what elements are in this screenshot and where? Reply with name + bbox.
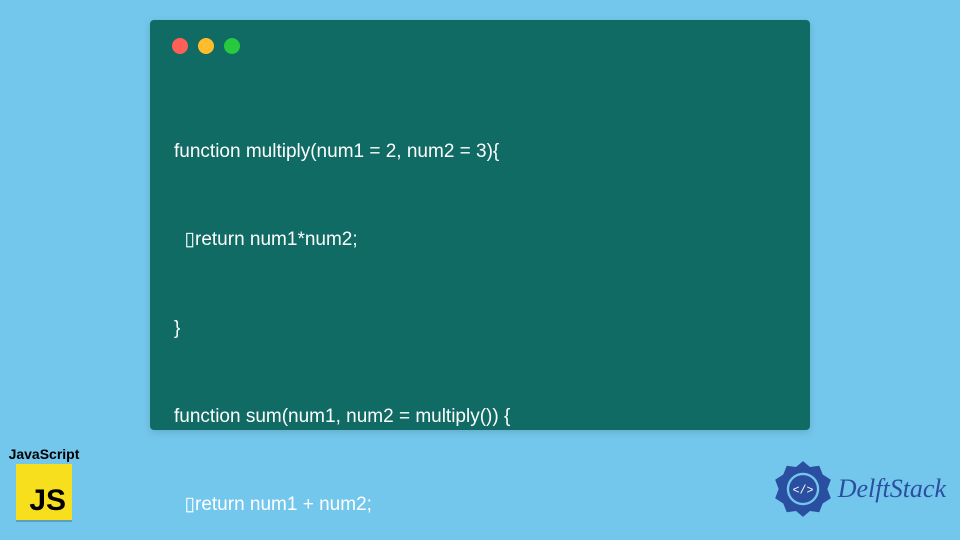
delftstack-logo-icon: </>	[774, 460, 832, 518]
javascript-label: JavaScript	[8, 446, 80, 462]
delftstack-name: DelftStack	[838, 474, 946, 504]
close-icon	[172, 38, 188, 54]
code-line: function sum(num1, num2 = multiply()) {	[174, 402, 786, 431]
code-window: function multiply(num1 = 2, num2 = 3){ ▯…	[150, 20, 810, 430]
zoom-icon	[224, 38, 240, 54]
code-line: function multiply(num1 = 2, num2 = 3){	[174, 137, 786, 166]
svg-text:</>: </>	[792, 485, 813, 498]
window-traffic-lights	[172, 38, 240, 54]
code-line: }	[174, 314, 786, 343]
javascript-logo-icon: J S	[16, 464, 72, 520]
code-block: function multiply(num1 = 2, num2 = 3){ ▯…	[174, 78, 786, 540]
javascript-badge: JavaScript J S	[8, 446, 80, 520]
delftstack-watermark: </> DelftStack	[774, 460, 946, 518]
minimize-icon	[198, 38, 214, 54]
code-line: ▯return num1 + num2;	[174, 490, 786, 519]
js-letter-j: J	[29, 486, 46, 516]
js-letter-s: S	[46, 486, 66, 516]
code-line: ▯return num1*num2;	[174, 225, 786, 254]
